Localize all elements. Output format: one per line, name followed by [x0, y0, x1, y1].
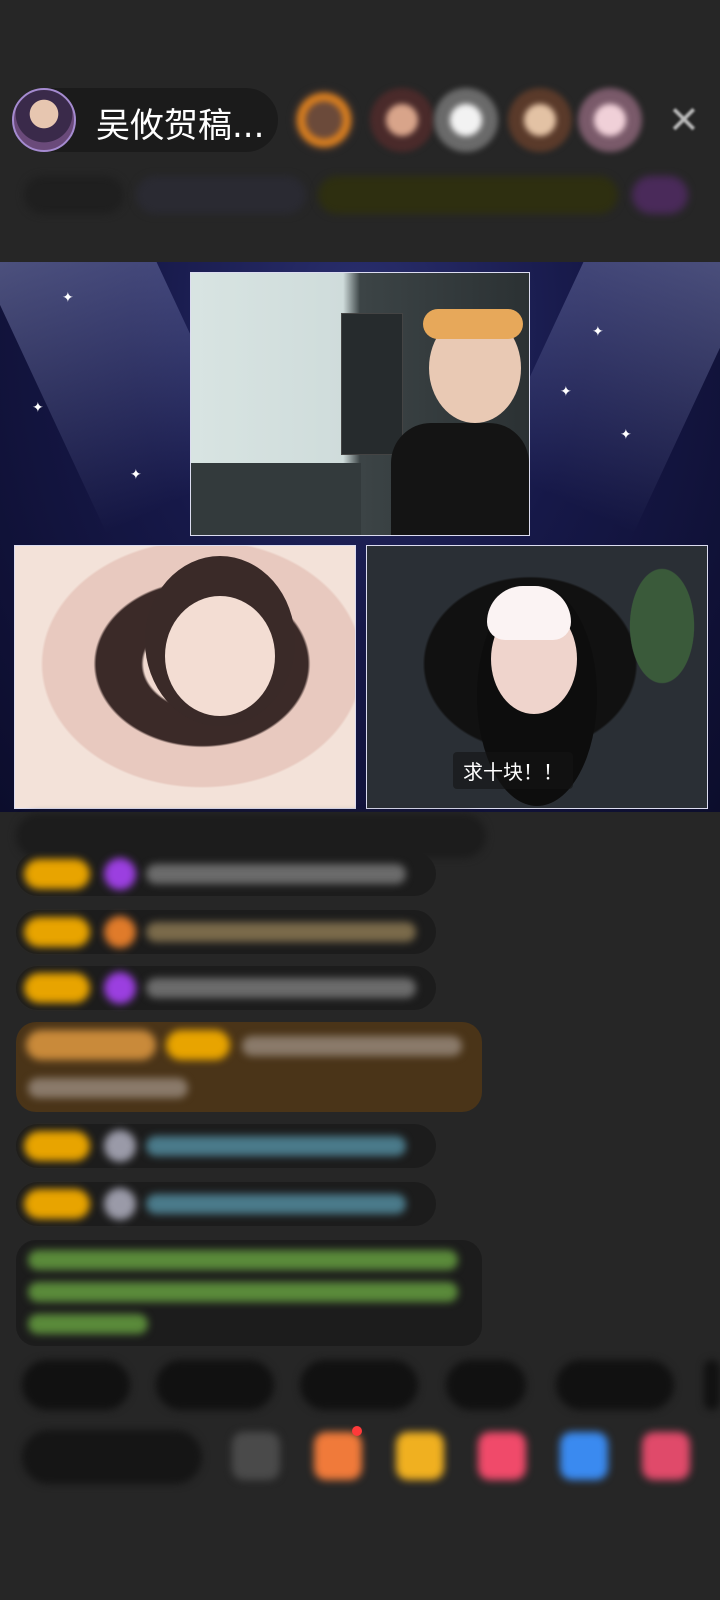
level-badge [24, 1189, 90, 1219]
star-icon: ✦ [560, 384, 572, 400]
level-badge [24, 973, 90, 1003]
notice-text [28, 1314, 148, 1334]
chat-text [146, 1136, 406, 1156]
star-icon: ✦ [130, 467, 142, 483]
fans-chip[interactable] [136, 176, 306, 214]
quick-reply-button[interactable] [704, 1360, 720, 1410]
bunny-headband [487, 586, 571, 640]
gem-icon [104, 972, 136, 1004]
notification-dot [352, 1426, 362, 1436]
viewer-avatar-4[interactable] [508, 88, 572, 152]
quick-reply-button[interactable] [556, 1360, 674, 1410]
viewer-avatar-3[interactable] [434, 88, 498, 152]
person-shirt [391, 423, 529, 535]
gem-icon [104, 858, 136, 890]
chat-text [146, 864, 406, 884]
chat-text [146, 978, 416, 998]
treasure-icon[interactable] [396, 1432, 444, 1480]
user-avatar-icon [104, 1188, 136, 1220]
chat-message[interactable] [16, 966, 436, 1010]
say-something-input[interactable] [22, 1430, 202, 1484]
fan-badge [166, 1030, 230, 1060]
level-badge [24, 1131, 90, 1161]
user-avatar-icon [104, 1130, 136, 1162]
quick-reply-button[interactable] [22, 1360, 130, 1410]
extra-chip[interactable] [632, 176, 688, 214]
chat-text [146, 922, 416, 942]
highlight-chat-message[interactable] [16, 1022, 482, 1112]
plant [617, 546, 707, 706]
level-badge [26, 1030, 156, 1060]
promo-chip[interactable] [318, 176, 618, 214]
host-name[interactable]: 吴攸贺稿... [96, 98, 264, 147]
star-icon: ✦ [620, 427, 632, 443]
floor-mat [191, 463, 361, 535]
chat-text [242, 1036, 462, 1056]
star-icon: ✦ [32, 400, 44, 416]
cabinet [341, 313, 403, 455]
chat-message[interactable] [16, 910, 436, 954]
emoji-icon[interactable] [232, 1432, 280, 1480]
chat-text [146, 1194, 406, 1214]
person-face [165, 596, 275, 716]
viewer-avatar-5[interactable] [578, 88, 642, 152]
quick-reply-button[interactable] [446, 1360, 526, 1410]
heart-gift-icon[interactable] [478, 1432, 526, 1480]
chat-text [28, 1078, 188, 1098]
quick-reply-button[interactable] [156, 1360, 274, 1410]
red-packet-icon[interactable] [642, 1432, 690, 1480]
star-icon: ✦ [62, 290, 74, 306]
game-icon[interactable] [560, 1432, 608, 1480]
viewer-avatar-1[interactable] [292, 88, 356, 152]
guest-video-top[interactable] [190, 272, 530, 536]
viewer-avatar-2[interactable] [370, 88, 434, 152]
fan-icon [104, 916, 136, 948]
rank-chip[interactable] [24, 176, 124, 214]
star-icon: ✦ [592, 324, 604, 340]
quick-reply-button[interactable] [300, 1360, 418, 1410]
system-notice [16, 1240, 482, 1346]
level-badge [24, 917, 90, 947]
chat-message[interactable] [16, 1124, 436, 1168]
host-avatar[interactable] [12, 88, 76, 152]
close-icon[interactable]: ✕ [668, 98, 700, 142]
notice-text [28, 1282, 458, 1302]
notice-text [28, 1250, 458, 1270]
chat-message[interactable] [16, 852, 436, 896]
video-caption: 求十块！！ [453, 752, 573, 789]
gift-box-icon[interactable] [314, 1432, 362, 1480]
level-badge [24, 859, 90, 889]
headband [423, 309, 523, 339]
guest-video-left[interactable] [14, 545, 356, 809]
chat-message[interactable] [16, 1182, 436, 1226]
